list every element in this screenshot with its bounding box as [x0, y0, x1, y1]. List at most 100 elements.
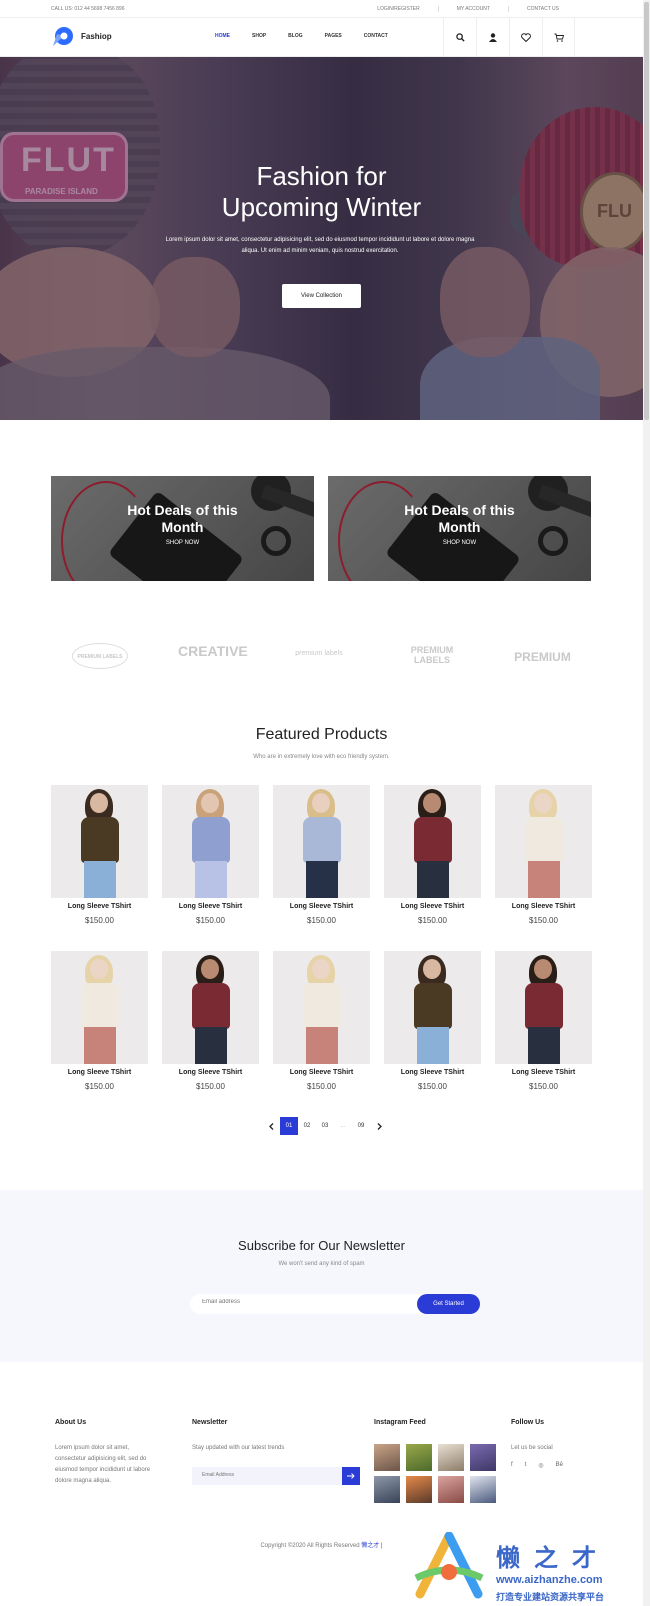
footer-email-input[interactable]: [202, 1472, 332, 1478]
product-image[interactable]: [162, 951, 259, 1064]
product-model-top: [192, 817, 230, 863]
brand-name[interactable]: Fashiop: [81, 32, 112, 41]
page-9-button[interactable]: 09: [352, 1117, 370, 1135]
product-image[interactable]: [384, 785, 481, 898]
product-card[interactable]: Long Sleeve TShirt $150.00: [495, 785, 592, 925]
dribbble-icon[interactable]: ◎: [538, 1462, 543, 1469]
search-button[interactable]: [443, 18, 476, 57]
facebook-icon[interactable]: f: [511, 1462, 513, 1469]
product-model-bottom: [417, 861, 449, 898]
get-started-button[interactable]: Get Started: [417, 1294, 480, 1314]
instagram-photo-7[interactable]: [438, 1476, 464, 1503]
nav-blog[interactable]: BLOG: [288, 33, 302, 39]
instagram-photo-4[interactable]: [470, 1444, 496, 1471]
page-2-button[interactable]: 02: [298, 1117, 316, 1135]
product-image[interactable]: [384, 951, 481, 1064]
product-model-bottom: [528, 1027, 560, 1064]
product-card[interactable]: Long Sleeve TShirt $150.00: [51, 785, 148, 925]
product-image[interactable]: [495, 785, 592, 898]
product-price: $150.00: [418, 916, 447, 925]
brand-logo-premium-labels: PREMIUM LABELS: [72, 643, 128, 669]
footer-about-heading: About Us: [55, 1419, 87, 1426]
shop-now-link[interactable]: SHOP NOW: [51, 540, 314, 546]
product-card[interactable]: Long Sleeve TShirt $150.00: [162, 785, 259, 925]
product-price: $150.00: [529, 916, 558, 925]
product-model-top: [414, 817, 452, 863]
product-image[interactable]: [495, 951, 592, 1064]
nav-shop[interactable]: SHOP: [252, 33, 266, 39]
product-name[interactable]: Long Sleeve TShirt: [384, 1069, 481, 1076]
product-name[interactable]: Long Sleeve TShirt: [273, 903, 370, 910]
product-image[interactable]: [51, 785, 148, 898]
login-register-link[interactable]: LOGIN/REGISTER: [359, 6, 438, 12]
product-name[interactable]: Long Sleeve TShirt: [51, 1069, 148, 1076]
watermark: 懒之才 www.aizhanzhe.com 打造专业建站资源共享平台: [410, 1530, 650, 1606]
cart-button[interactable]: [542, 18, 575, 57]
product-image[interactable]: [273, 785, 370, 898]
watermark-tagline: 打造专业建站资源共享平台: [496, 1592, 605, 1602]
product-name[interactable]: Long Sleeve TShirt: [162, 1069, 259, 1076]
wishlist-button[interactable]: [509, 18, 542, 57]
instagram-photo-3[interactable]: [438, 1444, 464, 1471]
prev-page-button[interactable]: [262, 1117, 280, 1135]
about-line: eiusmod tempor incididunt ut labore: [55, 1467, 151, 1473]
product-card[interactable]: Long Sleeve TShirt $150.00: [495, 951, 592, 1091]
copyright-link[interactable]: 懒之才 |: [361, 1543, 382, 1549]
product-image[interactable]: [273, 951, 370, 1064]
product-model-face: [90, 793, 108, 813]
product-model-top: [414, 983, 452, 1029]
brand-logo-icon[interactable]: [51, 26, 75, 48]
product-image[interactable]: [51, 951, 148, 1064]
page-3-button[interactable]: 03: [316, 1117, 334, 1135]
contact-us-link[interactable]: CONTACT US: [507, 6, 577, 12]
newsletter-email-input[interactable]: [202, 1299, 402, 1305]
deal-title-line-1: Hot Deals of this: [404, 502, 515, 518]
product-name[interactable]: Long Sleeve TShirt: [495, 1069, 592, 1076]
next-page-button[interactable]: [370, 1117, 388, 1135]
product-model-bottom: [84, 1027, 116, 1064]
twitter-icon[interactable]: t: [525, 1462, 527, 1469]
vertical-scrollbar[interactable]: [643, 0, 650, 1606]
product-image[interactable]: [162, 785, 259, 898]
instagram-photo-6[interactable]: [406, 1476, 432, 1503]
product-name[interactable]: Long Sleeve TShirt: [162, 903, 259, 910]
copyright-text: Copyright ©2020 All Rights Reserved: [260, 1543, 360, 1549]
product-price: $150.00: [529, 1082, 558, 1091]
product-card[interactable]: Long Sleeve TShirt $150.00: [384, 951, 481, 1091]
about-line: consectetur adipisicing elit, sed do: [55, 1456, 147, 1462]
product-name[interactable]: Long Sleeve TShirt: [273, 1069, 370, 1076]
product-card[interactable]: Long Sleeve TShirt $150.00: [273, 951, 370, 1091]
product-model-bottom: [306, 1027, 338, 1064]
product-card[interactable]: Long Sleeve TShirt $150.00: [384, 785, 481, 925]
behance-icon[interactable]: Bē: [556, 1462, 563, 1469]
product-name[interactable]: Long Sleeve TShirt: [384, 903, 481, 910]
product-card[interactable]: Long Sleeve TShirt $150.00: [51, 951, 148, 1091]
page-1-button[interactable]: 01: [280, 1117, 298, 1135]
product-price: $150.00: [307, 916, 336, 925]
my-account-link[interactable]: MY ACCOUNT: [437, 6, 508, 12]
product-model-top: [81, 817, 119, 863]
instagram-photo-8[interactable]: [470, 1476, 496, 1503]
footer-follow-heading: Follow Us: [511, 1419, 545, 1426]
nav-contact[interactable]: CONTACT: [364, 33, 388, 39]
instagram-photo-5[interactable]: [374, 1476, 400, 1503]
deal-banner-1[interactable]: Hot Deals of this Month SHOP NOW: [51, 476, 314, 581]
newsletter-section: Subscribe for Our Newsletter We won't se…: [0, 1190, 643, 1362]
product-card[interactable]: Long Sleeve TShirt $150.00: [273, 785, 370, 925]
heart-icon: [521, 33, 531, 42]
about-line: Lorem ipsum dolor sit amet,: [55, 1445, 130, 1451]
scrollbar-thumb[interactable]: [644, 2, 649, 420]
account-button[interactable]: [476, 18, 509, 57]
shop-now-link[interactable]: SHOP NOW: [328, 540, 591, 546]
instagram-photo-2[interactable]: [406, 1444, 432, 1471]
view-collection-button[interactable]: View Collection: [282, 284, 361, 308]
nav-pages[interactable]: PAGES: [325, 33, 342, 39]
deal-banner-2[interactable]: Hot Deals of this Month SHOP NOW: [328, 476, 591, 581]
product-model-top: [303, 983, 341, 1029]
product-card[interactable]: Long Sleeve TShirt $150.00: [162, 951, 259, 1091]
instagram-photo-1[interactable]: [374, 1444, 400, 1471]
product-name[interactable]: Long Sleeve TShirt: [495, 903, 592, 910]
product-name[interactable]: Long Sleeve TShirt: [51, 903, 148, 910]
nav-home[interactable]: HOME: [215, 33, 230, 39]
footer-subscribe-button[interactable]: [342, 1467, 360, 1485]
